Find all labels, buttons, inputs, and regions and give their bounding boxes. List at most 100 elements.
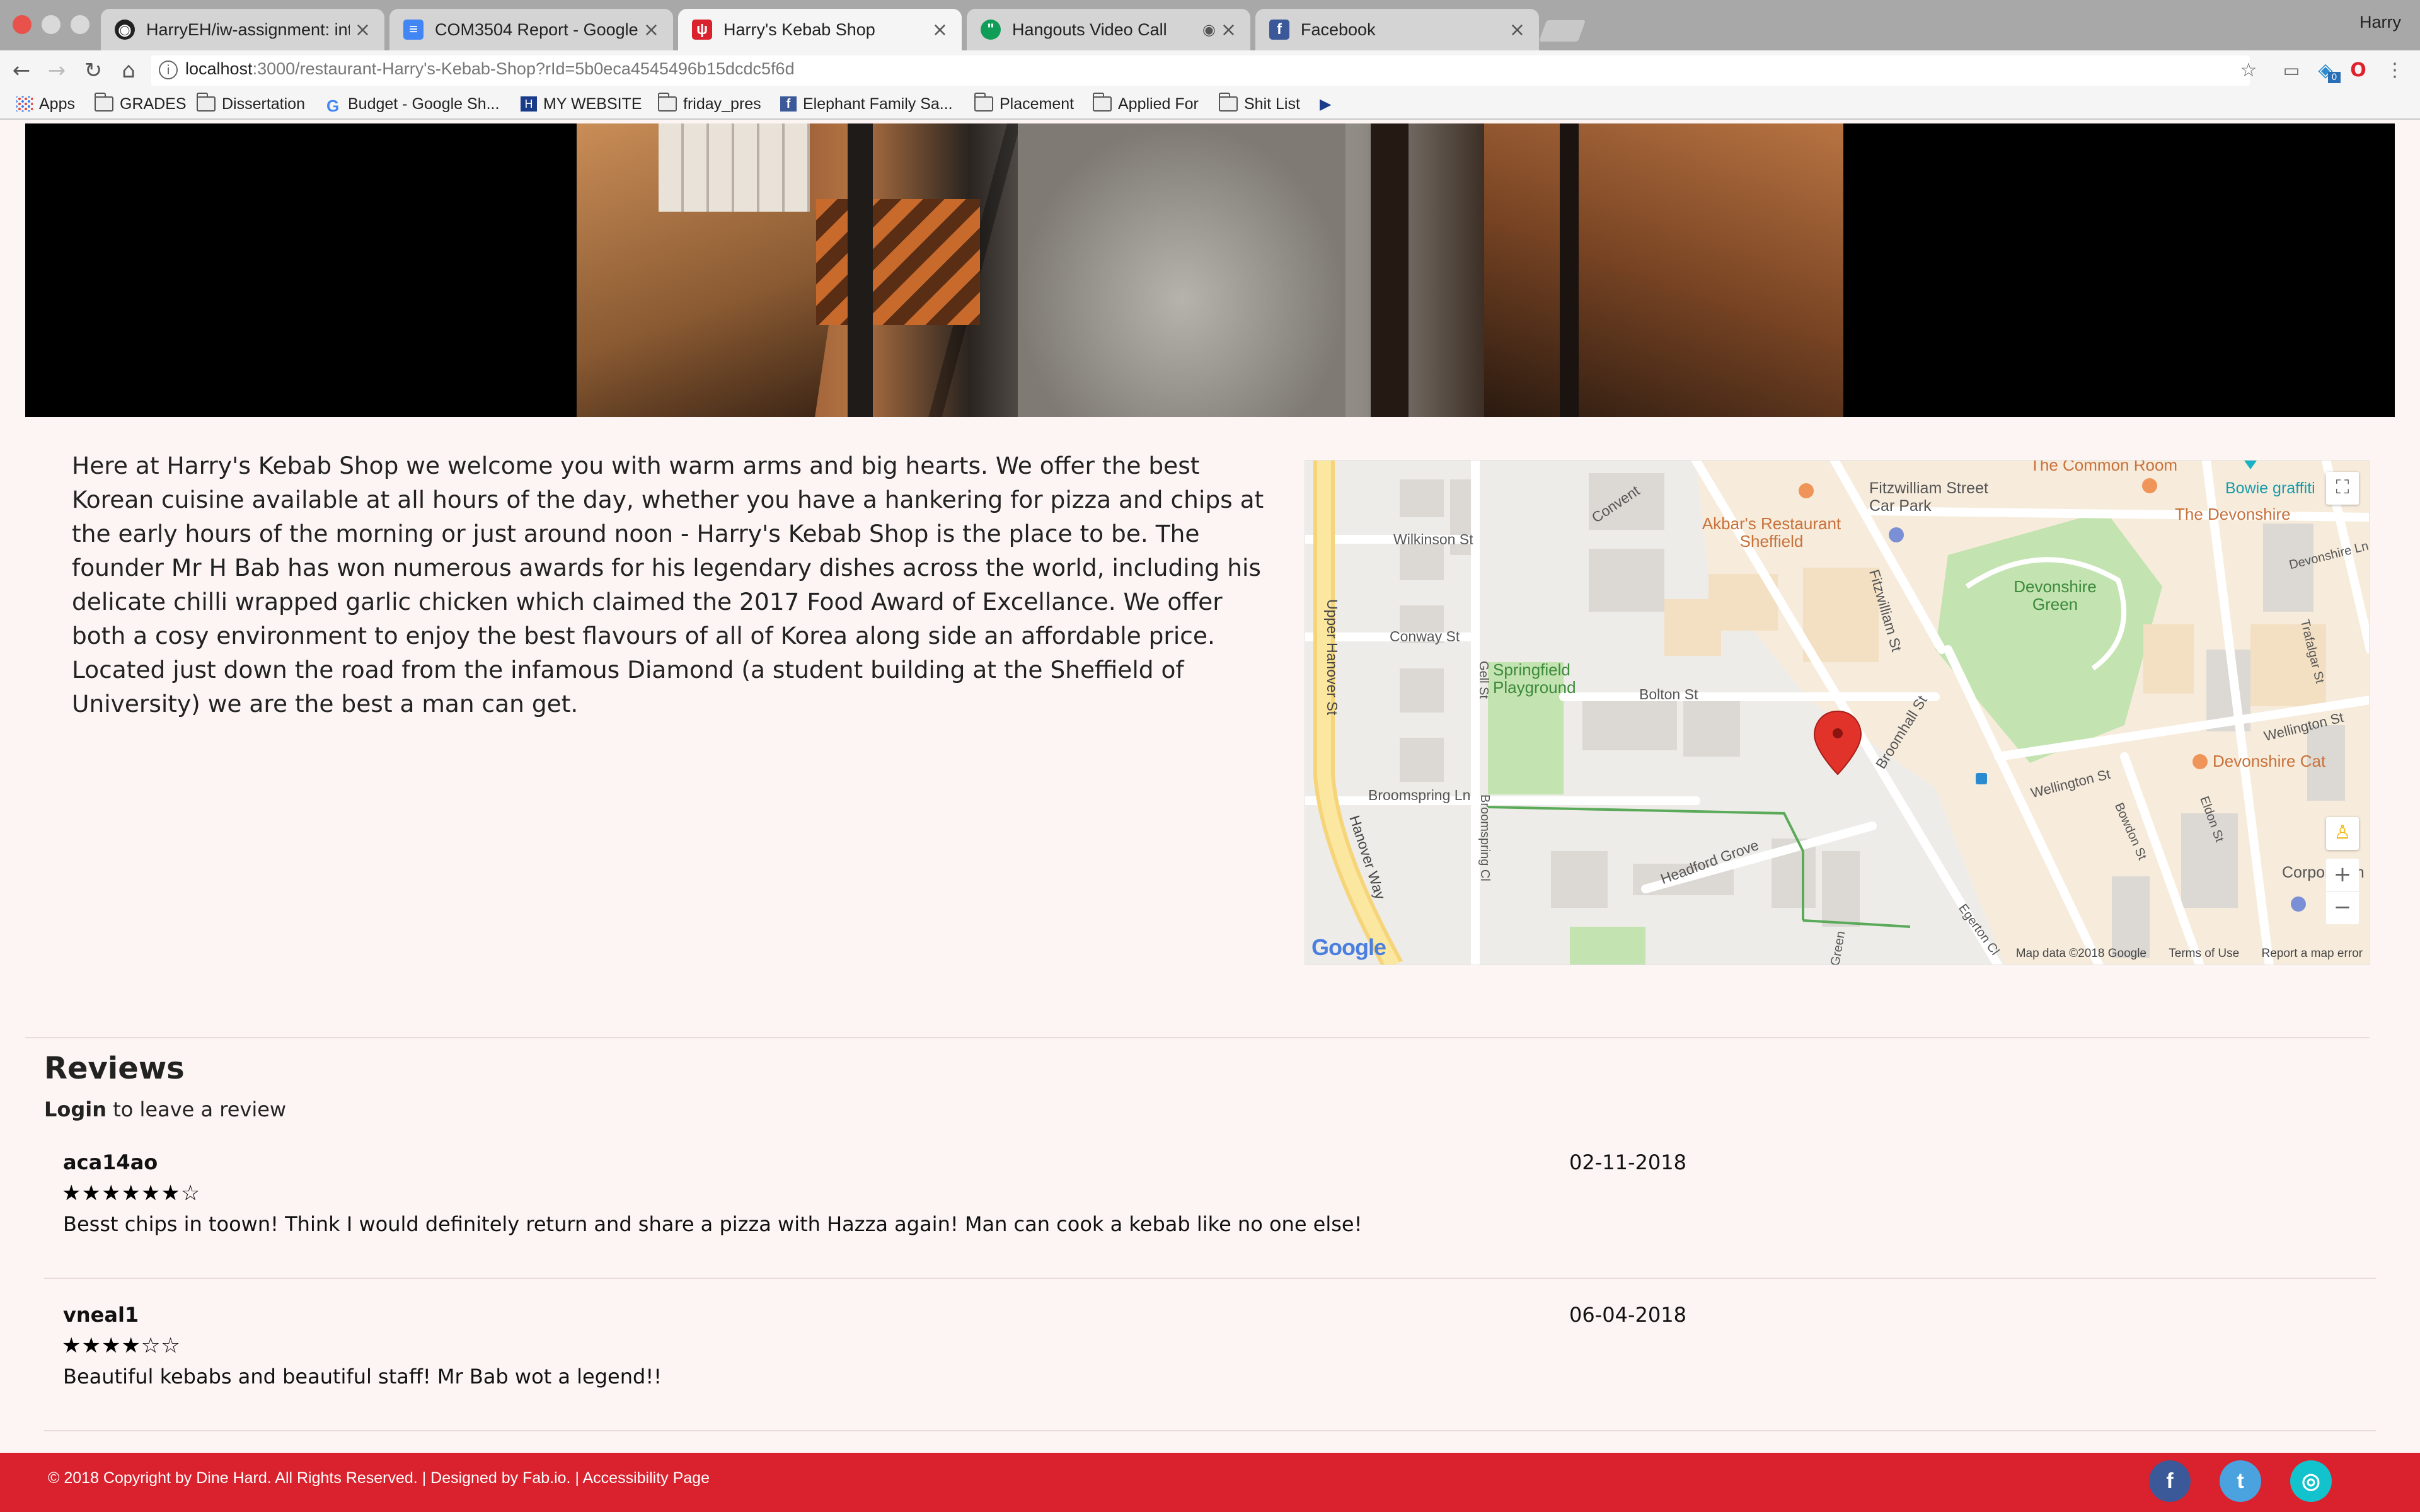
fullscreen-icon[interactable]: ⛶ xyxy=(2326,472,2359,505)
map-report-link[interactable]: Report a map error xyxy=(2261,947,2363,960)
review-text: Beautiful kebabs and beautiful staff! Mr… xyxy=(63,1365,662,1389)
map-label: Conway St xyxy=(1390,628,1460,644)
close-tab-icon[interactable]: × xyxy=(1221,19,1236,41)
login-prompt-text: to leave a review xyxy=(107,1097,287,1121)
home-icon[interactable]: ⌂ xyxy=(112,57,145,84)
google-map[interactable]: Upper Hanover St Hanover Way Wilkinson S… xyxy=(1305,460,2370,965)
tab-harrys-kebab-shop[interactable]: ψ Harry's Kebab Shop × xyxy=(678,9,962,50)
apps-grid-icon xyxy=(16,96,33,112)
hangouts-icon: " xyxy=(981,20,1001,40)
login-prompt: Login to leave a review xyxy=(44,1097,286,1121)
star-rating: ★★★★★★☆ xyxy=(62,1181,201,1206)
google-docs-icon: ≡ xyxy=(403,20,424,40)
folder-icon xyxy=(658,93,677,112)
zoom-out-button[interactable]: − xyxy=(2326,891,2359,924)
bookmark-my-website[interactable]: H MY WEBSITE xyxy=(521,92,642,116)
bookmark-label: MY WEBSITE xyxy=(543,94,642,113)
window-minimize-button[interactable] xyxy=(42,15,60,34)
folder-icon xyxy=(95,93,113,112)
folder-icon xyxy=(974,93,993,112)
map-attribution: Map data ©2018 Google Terms of Use Repor… xyxy=(1997,947,2363,961)
twitter-icon[interactable]: t xyxy=(2220,1460,2261,1502)
zoom-in-button[interactable]: + xyxy=(2326,859,2359,891)
recording-indicator-icon: ◉ xyxy=(1202,21,1216,38)
profile-name[interactable]: Harry xyxy=(2360,13,2401,32)
window-close-button[interactable] xyxy=(13,15,32,34)
bookmark-shit-list[interactable]: Shit List xyxy=(1219,92,1300,116)
review-username: vneal1 xyxy=(63,1303,139,1327)
star-rating: ★★★★☆☆ xyxy=(62,1333,181,1358)
street-view-pegman-icon[interactable]: ♙ xyxy=(2326,817,2359,850)
instagram-icon[interactable]: ◎ xyxy=(2290,1460,2332,1502)
tab-title: COM3504 Report - Google Do xyxy=(435,20,638,39)
map-label: Devonshire Green xyxy=(2014,577,2097,614)
tab-title: HarryEH/iw-assignment: intelli xyxy=(146,20,350,39)
tab-google-docs[interactable]: ≡ COM3504 Report - Google Do × xyxy=(389,9,673,50)
map-label: Fitzwilliam Street Car Park xyxy=(1869,479,1988,515)
cast-icon[interactable]: ▭ xyxy=(2279,58,2304,83)
close-tab-icon[interactable]: × xyxy=(932,19,948,41)
map-label: Devonshire Cat xyxy=(2213,752,2326,770)
bookmark-applied-for[interactable]: Applied For xyxy=(1093,92,1199,116)
map-terms-link[interactable]: Terms of Use xyxy=(2169,947,2239,960)
facebook-icon: f xyxy=(780,96,797,112)
bookmark-label: Budget - Google Sh... xyxy=(348,94,500,113)
new-tab-button[interactable] xyxy=(1538,20,1586,42)
review-text: Besst chips in toown! Think I would defi… xyxy=(63,1212,1363,1236)
menu-kebab-icon[interactable]: ⋮ xyxy=(2382,58,2407,83)
bookmark-label: Elephant Family Sa... xyxy=(803,94,953,113)
bookmark-label: Placement xyxy=(1000,94,1075,113)
tab-facebook[interactable]: f Facebook × xyxy=(1255,9,1539,50)
section-divider xyxy=(25,1037,2370,1038)
folder-icon xyxy=(1093,93,1112,112)
bookmark-label: Applied For xyxy=(1118,94,1199,113)
bookmark-label: Apps xyxy=(39,94,75,113)
reviews-heading: Reviews xyxy=(44,1051,185,1086)
opera-icon[interactable]: O xyxy=(2346,58,2371,83)
back-arrow-icon[interactable]: ← xyxy=(5,57,38,84)
login-link[interactable]: Login xyxy=(44,1097,107,1121)
bookmark-dissertation[interactable]: Dissertation xyxy=(197,92,305,116)
bookmark-grades[interactable]: GRADES xyxy=(95,92,187,116)
reload-icon[interactable]: ↻ xyxy=(77,57,110,84)
bookmark-friday-pres[interactable]: friday_pres xyxy=(658,92,761,116)
url-text[interactable]: localhost:3000/restaurant-Harry's-Kebab-… xyxy=(185,59,795,79)
map-label: Wilkinson St xyxy=(1393,531,1473,547)
map-label: Akbar's Restaurant Sheffield xyxy=(1702,514,1841,551)
restaurant-interior-photo xyxy=(577,123,1843,417)
restaurant-hero-banner xyxy=(25,123,2395,417)
map-label: Springfield Playground xyxy=(1493,660,1576,697)
map-label: Gell St xyxy=(1477,661,1490,699)
info-icon[interactable]: i xyxy=(159,60,178,79)
bookmark-label: GRADES xyxy=(120,94,187,113)
github-icon: ◉ xyxy=(115,20,135,40)
map-label: Broomspring Ln xyxy=(1368,787,1471,803)
bookmark-placement[interactable]: Placement xyxy=(974,92,1074,116)
close-tab-icon[interactable]: × xyxy=(355,19,371,41)
bookmark-star-icon[interactable]: ☆ xyxy=(2236,58,2261,83)
map-label: Bowie graffiti xyxy=(2225,479,2315,497)
google-logo: Google xyxy=(1311,934,1386,960)
restaurant-description: Here at Harry's Kebab Shop we welcome yo… xyxy=(72,452,1264,718)
tab-github[interactable]: ◉ HarryEH/iw-assignment: intelli × xyxy=(101,9,384,50)
facebook-icon[interactable]: f xyxy=(2149,1460,2191,1502)
google-icon: G xyxy=(326,96,340,115)
forward-arrow-icon[interactable]: → xyxy=(40,57,73,84)
close-tab-icon[interactable]: × xyxy=(643,19,659,41)
tab-title: Facebook xyxy=(1301,20,1376,39)
bookmark-budget[interactable]: G Budget - Google Sh... xyxy=(326,92,499,116)
tab-title: Hangouts Video Call xyxy=(1012,20,1167,39)
window-maximize-button[interactable] xyxy=(71,15,89,34)
bookmark-apps[interactable]: Apps xyxy=(16,92,75,116)
website-icon: H xyxy=(521,96,537,112)
footer-copyright[interactable]: © 2018 Copyright by Dine Hard. All Right… xyxy=(48,1469,710,1487)
bookmark-label: Dissertation xyxy=(222,94,305,113)
bookmark-elephant-family[interactable]: f Elephant Family Sa... xyxy=(780,92,953,116)
tab-hangouts[interactable]: " Hangouts Video Call ◉ × xyxy=(967,9,1250,50)
extension-badge: 0 xyxy=(2328,72,2341,83)
more-bookmarks-icon[interactable]: ▶ xyxy=(1320,92,1331,116)
bookmark-label: Shit List xyxy=(1244,94,1300,113)
close-tab-icon[interactable]: × xyxy=(1509,19,1525,41)
folder-icon xyxy=(197,93,216,112)
map-label: Upper Hanover St xyxy=(1324,599,1340,716)
